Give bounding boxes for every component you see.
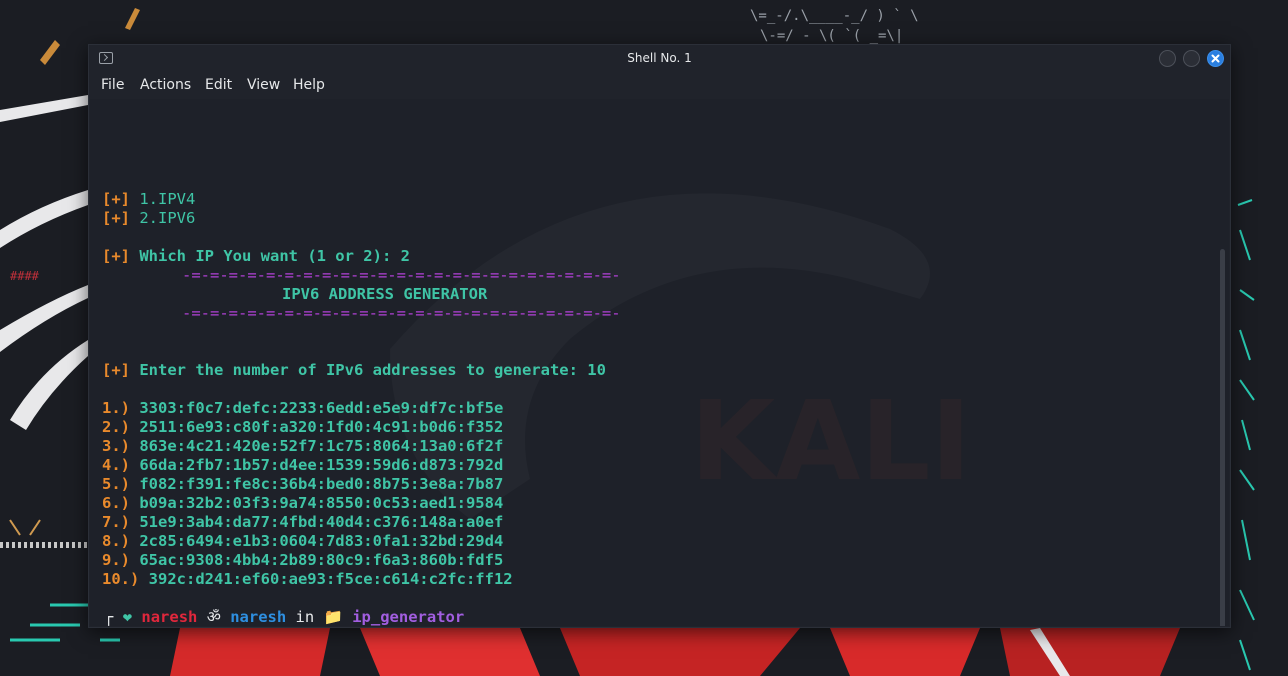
prompt-host: naresh bbox=[230, 608, 287, 626]
address-row: 1.) 3303:f0c7:defc:2233:6edd:e5e9:df7c:b… bbox=[102, 399, 503, 418]
address-index: 8.) bbox=[102, 532, 130, 550]
minimize-button[interactable] bbox=[1159, 50, 1176, 67]
address-index: 6.) bbox=[102, 494, 130, 512]
count-text: Enter the number of IPv6 addresses to ge… bbox=[139, 361, 606, 379]
address-row: 3.) 863e:4c21:420e:52f7:1c75:8064:13a0:6… bbox=[102, 437, 503, 456]
title-bar[interactable]: Shell No. 1 bbox=[89, 45, 1230, 73]
address-value: 65ac:9308:4bb4:2b89:80c9:f6a3:860b:fdf5 bbox=[139, 551, 504, 569]
menu-help[interactable]: Help bbox=[293, 77, 325, 93]
address-row: 2.) 2511:6e93:c80f:a320:1fd0:4c91:b0d6:f… bbox=[102, 418, 503, 437]
terminal-output[interactable]: KALI [+] 1.IPV4 [+] 2.IPV6 [+] Which IP … bbox=[90, 99, 1229, 626]
address-row: 6.) b09a:32b2:03f3:9a74:8550:0c53:aed1:9… bbox=[102, 494, 503, 513]
address-index: 10.) bbox=[102, 570, 140, 588]
address-value: 2511:6e93:c80f:a320:1fd0:4c91:b0d6:f352 bbox=[139, 418, 504, 436]
address-index: 1.) bbox=[102, 399, 130, 417]
svg-text:\=_-/.\____-_/ ) ` \: \=_-/.\____-_/ ) ` \ bbox=[750, 8, 919, 24]
banner-heading: IPV6 ADDRESS GENERATOR bbox=[282, 285, 488, 303]
svg-text:####: #### bbox=[10, 269, 40, 283]
address-row: 7.) 51e9:3ab4:da77:4fbd:40d4:c376:148a:a… bbox=[102, 513, 503, 532]
address-row: 9.) 65ac:9308:4bb4:2b89:80c9:f6a3:860b:f… bbox=[102, 551, 503, 570]
banner-rule-bottom: -=-=-=-=-=-=-=-=-=-=-=-=-=-=-=-=-=-=-=-=… bbox=[182, 304, 621, 322]
option-ipv6: [+] 2.IPV6 bbox=[102, 209, 195, 228]
address-index: 4.) bbox=[102, 456, 130, 474]
ip-choice-question: [+] Which IP You want (1 or 2): 2 bbox=[102, 247, 410, 266]
svg-text:KALI: KALI bbox=[690, 377, 971, 505]
menu-file[interactable]: File bbox=[101, 77, 124, 93]
folder-icon: 📁 bbox=[323, 608, 343, 626]
menu-view[interactable]: View bbox=[247, 77, 280, 93]
option-text: 1.IPV4 bbox=[139, 190, 196, 208]
address-index: 2.) bbox=[102, 418, 130, 436]
menu-actions[interactable]: Actions bbox=[140, 77, 191, 93]
count-prompt: [+] Enter the number of IPv6 addresses t… bbox=[102, 361, 606, 380]
address-value: 51e9:3ab4:da77:4fbd:40d4:c376:148a:a0ef bbox=[139, 513, 504, 531]
close-icon bbox=[1211, 54, 1220, 63]
option-text: 2.IPV6 bbox=[139, 209, 196, 227]
question-prefix: [+] bbox=[102, 247, 130, 265]
address-value: 66da:2fb7:1b57:d4ee:1539:59d6:d873:792d bbox=[139, 456, 504, 474]
address-index: 3.) bbox=[102, 437, 130, 455]
om-icon: ॐ bbox=[206, 608, 221, 626]
count-prefix: [+] bbox=[102, 361, 130, 379]
prompt-user: naresh bbox=[141, 608, 198, 626]
address-value: 3303:f0c7:defc:2233:6edd:e5e9:df7c:bf5e bbox=[139, 399, 504, 417]
address-value: 2c85:6494:e1b3:0604:7d83:0fa1:32bd:29d4 bbox=[139, 532, 504, 550]
address-value: 863e:4c21:420e:52f7:1c75:8064:13a0:6f2f bbox=[139, 437, 504, 455]
address-value: f082:f391:fe8c:36b4:bed0:8b75:3e8a:7b87 bbox=[139, 475, 504, 493]
address-value: 392c:d241:ef60:ae93:f5ce:c614:c2fc:ff12 bbox=[148, 570, 513, 588]
prompt-in: in bbox=[295, 608, 315, 626]
scrollbar[interactable] bbox=[1220, 249, 1225, 626]
close-button[interactable] bbox=[1207, 50, 1224, 67]
address-index: 7.) bbox=[102, 513, 130, 531]
prompt-directory: ip_generator bbox=[352, 608, 465, 626]
svg-text:\-=/ - \( `( _=\|: \-=/ - \( `( _=\| bbox=[760, 28, 903, 44]
option-prefix: [+] bbox=[102, 190, 130, 208]
option-ipv4: [+] 1.IPV4 bbox=[102, 190, 195, 209]
option-prefix: [+] bbox=[102, 209, 130, 227]
question-text: Which IP You want (1 or 2): 2 bbox=[139, 247, 410, 265]
heart-icon: ❤ bbox=[122, 608, 133, 626]
address-row: 10.) 392c:d241:ef60:ae93:f5ce:c614:c2fc:… bbox=[102, 570, 513, 589]
address-index: 9.) bbox=[102, 551, 130, 569]
menu-bar: File Actions Edit View Help bbox=[89, 73, 1230, 99]
address-row: 5.) f082:f391:fe8c:36b4:bed0:8b75:3e8a:7… bbox=[102, 475, 503, 494]
menu-edit[interactable]: Edit bbox=[205, 77, 232, 93]
address-value: b09a:32b2:03f3:9a74:8550:0c53:aed1:9584 bbox=[139, 494, 504, 512]
address-row: 8.) 2c85:6494:e1b3:0604:7d83:0fa1:32bd:2… bbox=[102, 532, 503, 551]
prompt-corner: ┌ bbox=[104, 608, 114, 626]
address-index: 5.) bbox=[102, 475, 130, 493]
window-title: Shell No. 1 bbox=[627, 51, 692, 65]
shell-prompt-line: ┌ ❤ naresh ॐ naresh in 📁 ip_generator bbox=[104, 608, 464, 626]
terminal-window: Shell No. 1 File Actions Edit View Help … bbox=[88, 44, 1231, 628]
banner-rule-top: -=-=-=-=-=-=-=-=-=-=-=-=-=-=-=-=-=-=-=-=… bbox=[182, 266, 621, 284]
maximize-button[interactable] bbox=[1183, 50, 1200, 67]
address-row: 4.) 66da:2fb7:1b57:d4ee:1539:59d6:d873:7… bbox=[102, 456, 503, 475]
